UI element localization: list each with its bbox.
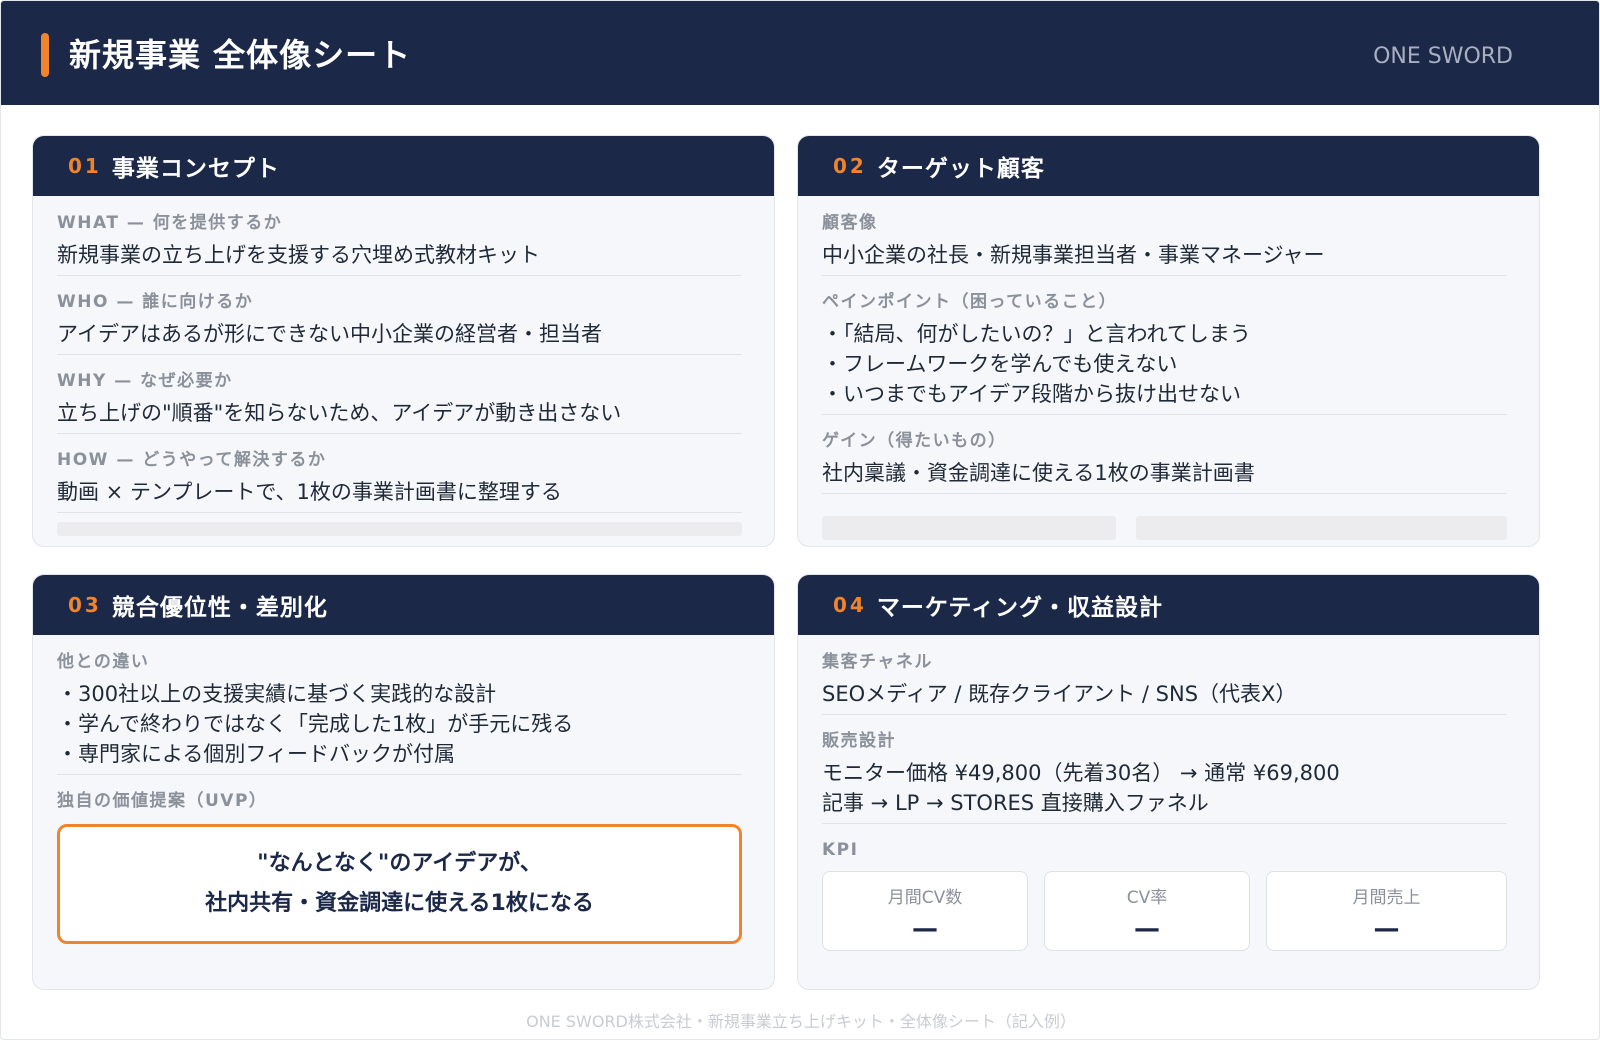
- kpi-label: KPI: [822, 840, 859, 860]
- card-competitive-advantage: 03 競合優位性・差別化 他との違い ・300社以上の支援実績に基づく実践的な設…: [32, 574, 775, 990]
- field-persona: 顧客像 中小企業の社長・新規事業担当者・事業マネージャー: [822, 212, 1507, 276]
- card-business-concept: 01 事業コンセプト WHAT — 何を提供するか 新規事業の立ち上げを支援する…: [32, 135, 775, 547]
- card-body: 顧客像 中小企業の社長・新規事業担当者・事業マネージャー ペインポイント（困って…: [798, 196, 1539, 540]
- card-body: 集客チャネル SEOメディア / 既存クライアント / SNS（代表X） 販売設…: [798, 635, 1539, 951]
- kpi-value: —: [1373, 914, 1400, 944]
- field-value: 社内稟議・資金調達に使える1枚の事業計画書: [822, 461, 1255, 485]
- kpi-value: —: [1134, 914, 1160, 944]
- kpi-card-monthly-cv: 月間CV数 —: [822, 871, 1028, 951]
- field-value: 中小企業の社長・新規事業担当者・事業マネージャー: [822, 243, 1325, 267]
- field-value: 立ち上げの"順番"を知らないため、アイデアが動き出さない: [57, 401, 622, 425]
- field-what: WHAT — 何を提供するか 新規事業の立ち上げを支援する穴埋め式教材キット: [57, 212, 742, 276]
- field-label: WHY — なぜ必要か: [57, 371, 233, 391]
- page-header: 新規事業 全体像シート ONE SWORD: [1, 1, 1599, 105]
- uvp-box: "なんとなく"のアイデアが、 社内共有・資金調達に使える1枚になる: [57, 824, 742, 944]
- field-sales-design: 販売設計 モニター価格 ¥49,800（先着30名） → 通常 ¥69,800 …: [822, 730, 1507, 824]
- card-header: 01 事業コンセプト: [33, 136, 774, 196]
- field-label: WHO — 誰に向けるか: [57, 292, 254, 312]
- kpi-name: 月間CV数: [887, 888, 963, 908]
- field-label: WHAT — 何を提供するか: [57, 213, 283, 233]
- brand-name: ONE SWORD: [1373, 44, 1513, 69]
- list-item: ・専門家による個別フィードバックが付属: [57, 742, 455, 766]
- field-value: アイデアはあるが形にできない中小企業の経営者・担当者: [57, 322, 602, 346]
- sales-design-list: モニター価格 ¥49,800（先着30名） → 通常 ¥69,800 記事 → …: [822, 758, 1507, 823]
- field-why: WHY — なぜ必要か 立ち上げの"順番"を知らないため、アイデアが動き出さない: [57, 370, 742, 434]
- field-label: 集客チャネル: [822, 652, 933, 672]
- kpi-row: 月間CV数 — CV率 — 月間売上 —: [822, 871, 1507, 951]
- field-label: ゲイン（得たいもの）: [822, 431, 1007, 451]
- card-number: 02: [833, 154, 867, 178]
- field-label: 顧客像: [822, 213, 878, 233]
- kpi-name: CV率: [1126, 888, 1168, 908]
- footer-caption: ONE SWORD株式会社・新規事業立ち上げキット・全体像シート（記入例）: [526, 1012, 1076, 1031]
- field-gain: ゲイン（得たいもの） 社内稟議・資金調達に使える1枚の事業計画書: [822, 430, 1507, 494]
- list-item: ・フレームワークを学んでも使えない: [822, 352, 1178, 376]
- uvp-line: 社内共有・資金調達に使える1枚になる: [205, 891, 594, 916]
- uvp-line: "なんとなく"のアイデアが、: [257, 851, 542, 876]
- card-marketing-revenue: 04 マーケティング・収益設計 集客チャネル SEOメディア / 既存クライアン…: [797, 574, 1540, 990]
- list-item: ・「結局、何がしたいの？」と言われてしまう: [822, 322, 1251, 346]
- field-who: WHO — 誰に向けるか アイデアはあるが形にできない中小企業の経営者・担当者: [57, 291, 742, 355]
- kpi-name: 月間売上: [1352, 888, 1421, 908]
- card-header: 03 競合優位性・差別化: [33, 575, 774, 635]
- difference-list: ・300社以上の支援実績に基づく実践的な設計 ・学んで終わりではなく「完成した1…: [57, 679, 742, 774]
- field-differences: 他との違い ・300社以上の支援実績に基づく実践的な設計 ・学んで終わりではなく…: [57, 651, 742, 775]
- page-title: 新規事業 全体像シート: [69, 36, 412, 74]
- kpi-value: —: [912, 914, 938, 944]
- card-number: 03: [68, 593, 102, 617]
- list-item: 記事 → LP → STORES 直接購入ファネル: [822, 791, 1209, 815]
- card-number: 04: [833, 593, 867, 617]
- title-accent-bar: [41, 33, 49, 77]
- sheet-frame: 新規事業 全体像シート ONE SWORD 01 事業コンセプト WHAT — …: [0, 0, 1600, 1040]
- card-header: 04 マーケティング・収益設計: [798, 575, 1539, 635]
- card-body: 他との違い ・300社以上の支援実績に基づく実践的な設計 ・学んで終わりではなく…: [33, 635, 774, 944]
- card-title: マーケティング・収益設計: [876, 595, 1164, 621]
- card-header: 02 ターゲット顧客: [798, 136, 1539, 196]
- list-item: ・学んで終わりではなく「完成した1枚」が手元に残る: [57, 712, 574, 736]
- field-value: 動画 × テンプレートで、1枚の事業計画書に整理する: [57, 480, 562, 504]
- list-item: ・いつまでもアイデア段階から抜け出せない: [822, 382, 1241, 406]
- placeholder-bars: [822, 516, 1507, 540]
- field-label: 他との違い: [57, 652, 150, 672]
- card-target-customer: 02 ターゲット顧客 顧客像 中小企業の社長・新規事業担当者・事業マネージャー …: [797, 135, 1540, 547]
- pain-point-list: ・「結局、何がしたいの？」と言われてしまう ・フレームワークを学んでも使えない …: [822, 319, 1507, 414]
- kpi-card-monthly-sales: 月間売上 —: [1266, 871, 1507, 951]
- field-label: 販売設計: [822, 731, 896, 751]
- list-item: モニター価格 ¥49,800（先着30名） → 通常 ¥69,800: [822, 761, 1340, 785]
- placeholder-bar: [1136, 516, 1507, 540]
- card-title: ターゲット顧客: [876, 156, 1045, 182]
- placeholder-bar: [57, 522, 742, 536]
- field-how: HOW — どうやって解決するか 動画 × テンプレートで、1枚の事業計画書に整…: [57, 449, 742, 513]
- kpi-card-cv-rate: CV率 —: [1044, 871, 1250, 951]
- list-item: ・300社以上の支援実績に基づく実践的な設計: [57, 682, 497, 706]
- field-value: SEOメディア / 既存クライアント / SNS（代表X）: [822, 682, 1297, 706]
- field-label: ペインポイント（困っていること）: [822, 292, 1118, 312]
- card-body: WHAT — 何を提供するか 新規事業の立ち上げを支援する穴埋め式教材キット W…: [33, 196, 774, 536]
- field-value: 新規事業の立ち上げを支援する穴埋め式教材キット: [57, 243, 540, 267]
- field-channels: 集客チャネル SEOメディア / 既存クライアント / SNS（代表X）: [822, 651, 1507, 715]
- card-title: 競合優位性・差別化: [111, 595, 328, 621]
- placeholder-bar: [822, 516, 1116, 540]
- uvp-label: 独自の価値提案（UVP）: [57, 791, 268, 811]
- field-label: HOW — どうやって解決するか: [57, 450, 327, 470]
- card-number: 01: [68, 154, 102, 178]
- field-pain-points: ペインポイント（困っていること） ・「結局、何がしたいの？」と言われてしまう ・…: [822, 291, 1507, 415]
- card-title: 事業コンセプト: [111, 156, 280, 182]
